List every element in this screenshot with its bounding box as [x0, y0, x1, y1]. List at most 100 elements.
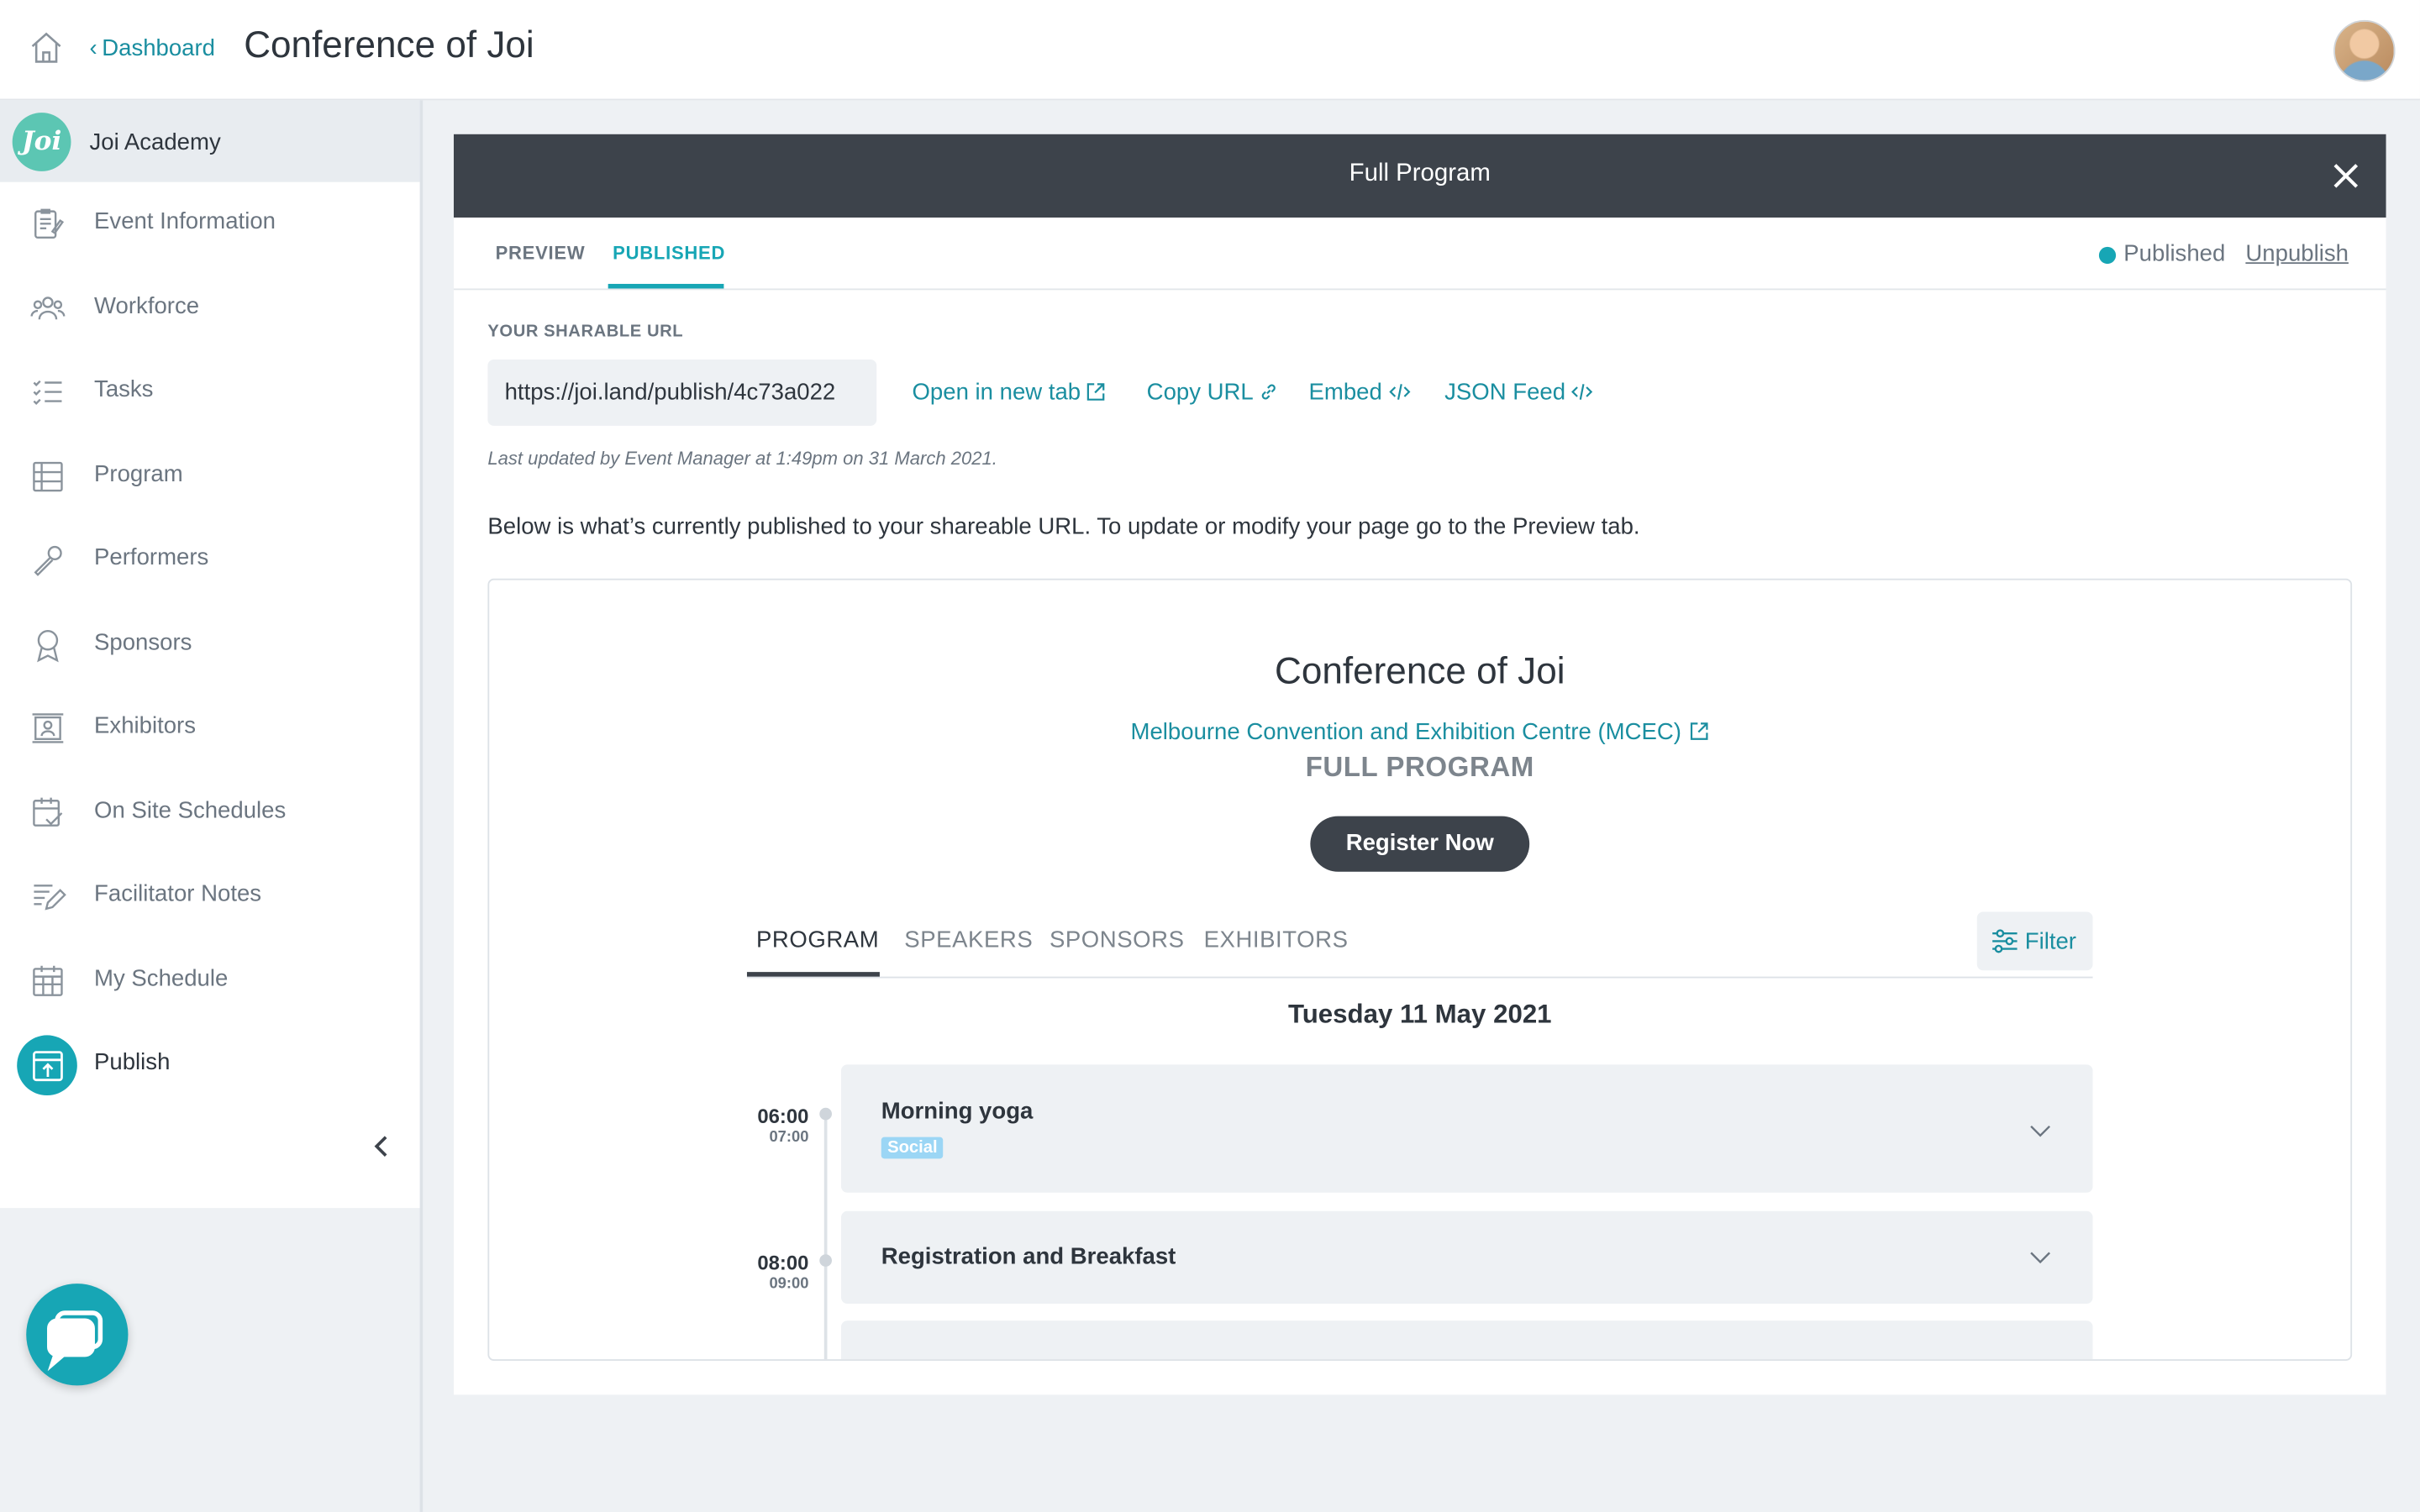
session-card[interactable]: Morning yoga Social — [841, 1064, 2093, 1193]
sidebar-item-sponsors[interactable]: Sponsors — [0, 603, 420, 686]
edit-document-icon — [34, 208, 65, 239]
session-tag: Social — [881, 1137, 944, 1159]
breadcrumb-dashboard[interactable]: ‹ Dashboard — [90, 35, 215, 61]
session-end-time: 09:00 — [769, 1275, 809, 1294]
publish-icon — [33, 1051, 63, 1082]
timeline-line — [823, 1110, 828, 1360]
exhibitor-booth-icon — [32, 713, 64, 743]
sidebar-item-label: Event Information — [94, 207, 276, 235]
sidebar-item-label: Facilitator Notes — [94, 880, 262, 907]
sidebar-item-label: Tasks — [94, 376, 154, 403]
chevron-down-icon[interactable] — [2028, 1245, 2052, 1269]
sidebar-item-on-site-schedules[interactable]: On Site Schedules — [0, 771, 420, 854]
tab-exhibitors[interactable]: EXHIBITORS — [1204, 927, 1349, 953]
sidebar-item-my-schedule[interactable]: My Schedule — [0, 940, 420, 1023]
sidebar-item-label: Workforce — [94, 292, 200, 320]
people-icon — [30, 297, 66, 320]
sidebar-item-workforce[interactable]: Workforce — [0, 267, 420, 350]
chat-support-button[interactable] — [26, 1284, 129, 1386]
timeline-dot — [819, 1107, 832, 1121]
panel-title: Full Program — [1349, 160, 1491, 187]
panel-tabs: PREVIEW PUBLISHED — [453, 218, 2386, 291]
program-tabs: PROGRAM SPEAKERS SPONSORS EXHIBITORS — [746, 901, 2093, 979]
tab-program[interactable]: PROGRAM — [756, 927, 879, 953]
top-bar: ‹ Dashboard Conference of Joi — [0, 0, 2420, 101]
filter-button[interactable]: Filter — [1976, 911, 2093, 971]
session-card[interactable]: Registration and Breakfast — [841, 1210, 2093, 1305]
venue-label: Melbourne Convention and Exhibition Cent… — [1130, 718, 1681, 746]
filter-sliders-icon — [1992, 929, 2018, 953]
sidebar-item-tasks[interactable]: Tasks — [0, 350, 420, 433]
sidebar-item-label: Publish — [94, 1048, 171, 1076]
chat-bubble-icon — [47, 1310, 103, 1372]
sidebar-item-facilitator-notes[interactable]: Facilitator Notes — [0, 855, 420, 938]
session-title: Registration and Breakfast — [881, 1243, 1176, 1270]
breadcrumb-label: Dashboard — [102, 35, 216, 62]
microphone-icon — [34, 545, 62, 576]
tab-published[interactable]: PUBLISHED — [613, 242, 725, 264]
notes-pen-icon — [34, 885, 66, 911]
checklist-icon — [33, 380, 62, 405]
status-dot — [2098, 246, 2117, 265]
event-title: Conference of Joi — [1274, 651, 1565, 693]
unpublish-link[interactable]: Unpublish — [2245, 241, 2349, 267]
sidebar-item-label: Exhibitors — [94, 712, 197, 739]
sidebar-item-exhibitors[interactable]: Exhibitors — [0, 686, 420, 769]
sidebar-item-performers[interactable]: Performers — [0, 518, 420, 601]
embed-label: Embed — [1308, 379, 1382, 407]
publish-description: Below is what’s currently published to y… — [487, 513, 1640, 540]
published-page-preview: Conference of Joi Melbourne Convention a… — [487, 578, 2353, 1361]
tab-speakers[interactable]: SPEAKERS — [904, 927, 1033, 953]
filter-label: Filter — [2024, 928, 2076, 955]
sidebar-item-label: On Site Schedules — [94, 797, 287, 824]
sharable-url-field[interactable]: https://joi.land/publish/4c73a022 — [487, 359, 877, 426]
external-link-icon — [1087, 383, 1105, 401]
session-start-time: 08:00 — [757, 1251, 809, 1275]
copy-url-link[interactable]: Copy URL — [1147, 380, 1278, 406]
sidebar-item-event-information[interactable]: Event Information — [0, 182, 420, 265]
timeline-dot — [819, 1254, 832, 1267]
sidebar-item-publish[interactable]: Publish — [0, 1023, 420, 1106]
embed-link[interactable]: Embed — [1309, 380, 1410, 406]
user-avatar[interactable] — [2333, 19, 2396, 82]
program-date: Tuesday 11 May 2021 — [1287, 1000, 1552, 1030]
link-chain-icon — [1262, 384, 1276, 400]
external-link-icon — [1691, 722, 1709, 740]
copy-url-label: Copy URL — [1146, 379, 1254, 407]
sidebar-item-label: Sponsors — [94, 629, 192, 656]
program-list-icon — [33, 461, 63, 492]
json-feed-label: JSON Feed — [1444, 379, 1566, 407]
sidebar-item-program[interactable]: Program — [0, 435, 420, 518]
sidebar-item-label: Program — [94, 461, 183, 488]
org-name: Joi Academy — [89, 129, 221, 156]
open-in-new-tab-label: Open in new tab — [912, 379, 1081, 407]
json-feed-link[interactable]: JSON Feed — [1444, 380, 1593, 406]
organization-switcher[interactable]: Joi Joi Academy — [0, 100, 420, 182]
code-icon — [1388, 384, 1410, 400]
calendar-check-icon — [33, 797, 63, 827]
register-now-button[interactable]: Register Now — [1310, 816, 1530, 872]
code-icon — [1571, 384, 1593, 400]
status-badge: Published — [2123, 240, 2226, 267]
venue-link[interactable]: Melbourne Convention and Exhibition Cent… — [489, 719, 2350, 745]
collapse-sidebar-icon[interactable] — [364, 1129, 397, 1163]
award-ribbon-icon — [37, 630, 59, 663]
sharable-url-value: https://joi.land/publish/4c73a022 — [504, 379, 836, 407]
session-end-time: 07:00 — [769, 1129, 809, 1147]
session-title: Morning yoga — [881, 1098, 1034, 1125]
publish-panel: Full Program PREVIEW PUBLISHED Published… — [453, 134, 2386, 1395]
chevron-down-icon[interactable] — [2028, 1119, 2052, 1143]
home-icon[interactable] — [28, 29, 65, 66]
sharable-url-label: YOUR SHARABLE URL — [487, 322, 684, 341]
open-in-new-tab-link[interactable]: Open in new tab — [912, 380, 1105, 406]
tab-preview[interactable]: PREVIEW — [496, 242, 586, 264]
tab-sponsors[interactable]: SPONSORS — [1050, 927, 1185, 953]
close-icon[interactable] — [2328, 157, 2365, 194]
active-tab-indicator — [608, 283, 724, 289]
session-card[interactable] — [841, 1320, 2093, 1360]
program-heading: FULL PROGRAM — [1305, 751, 1534, 783]
page-title: Conference of Joi — [244, 24, 534, 66]
active-tab-indicator — [746, 972, 880, 977]
session-start-time: 06:00 — [757, 1105, 809, 1128]
calendar-grid-icon — [33, 965, 63, 996]
